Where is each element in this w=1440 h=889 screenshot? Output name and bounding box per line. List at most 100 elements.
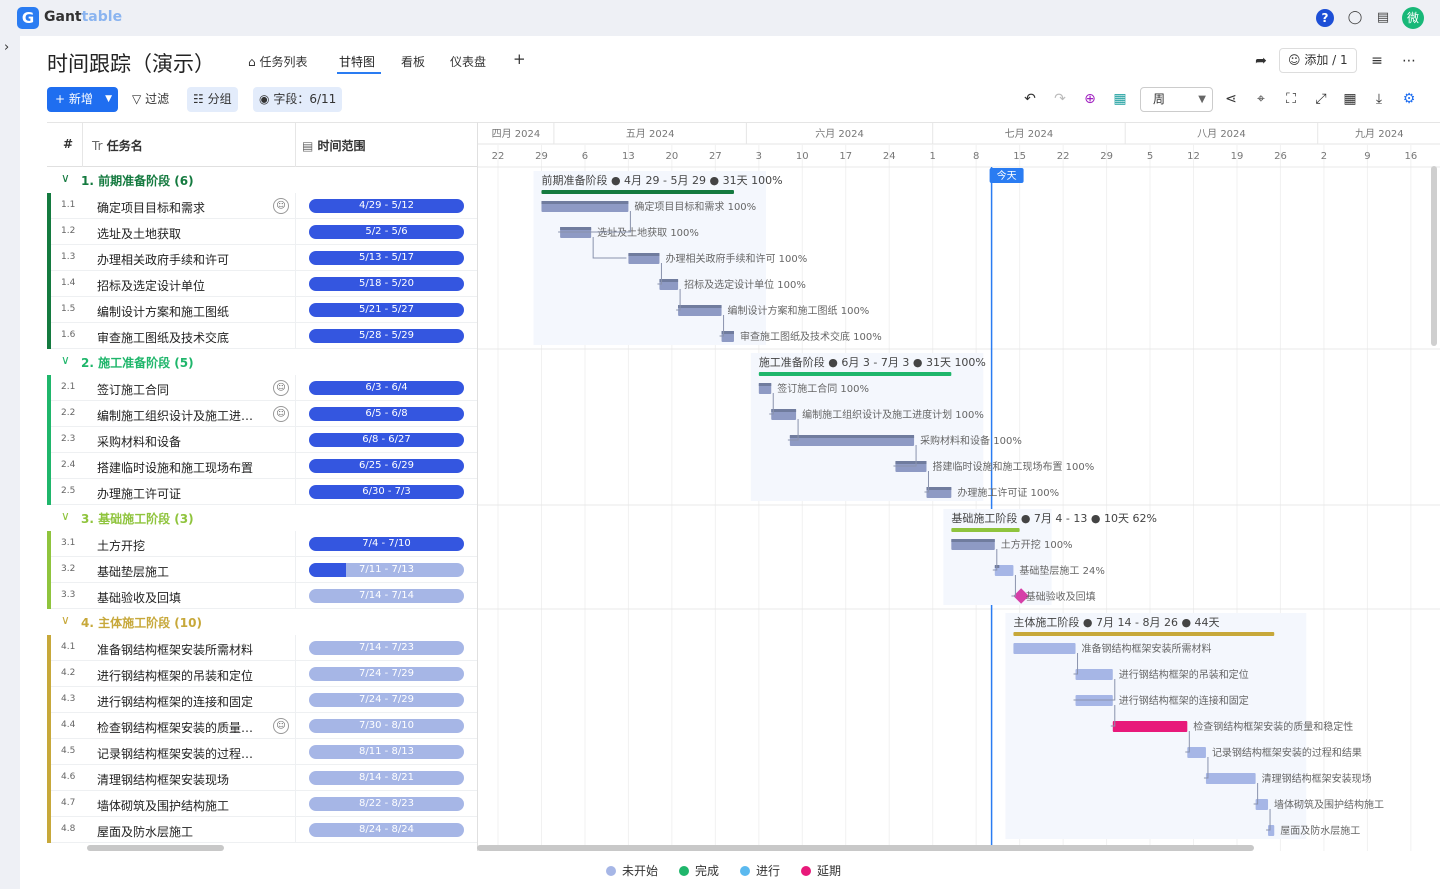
download-icon[interactable]: ⤓ (1370, 90, 1388, 108)
task-name[interactable]: 检查钢结构框架安装的质量和稳定性 (97, 719, 265, 736)
assignee-icon[interactable]: ☺ (273, 380, 289, 396)
chart-horizontal-scrollbar[interactable] (477, 845, 1254, 851)
task-name[interactable]: 选址及土地获取 (97, 225, 265, 242)
time-range-pill[interactable]: 4/29 - 5/12 (309, 199, 464, 213)
task-name[interactable]: 办理相关政府手续和许可 (97, 251, 265, 268)
table-row[interactable]: 1.6 审查施工图纸及技术交底 5/28 - 5/29 (47, 323, 477, 349)
time-range-pill[interactable]: 6/3 - 6/4 (309, 381, 464, 395)
task-name[interactable]: 办理施工许可证 (97, 485, 265, 502)
tab-gantt[interactable]: 甘特图 (339, 53, 375, 70)
table-row[interactable]: 4.2 进行钢结构框架的吊装和定位 7/24 - 7/29 (47, 661, 477, 687)
time-range-pill[interactable]: 8/22 - 8/23 (309, 797, 464, 811)
table-row[interactable]: 4.3 进行钢结构框架的连接和固定 7/24 - 7/29 (47, 687, 477, 713)
table-row[interactable]: 4.6 清理钢结构框架安装现场 8/14 - 8/21 (47, 765, 477, 791)
filter-button[interactable]: ▽ 过滤 (126, 87, 175, 112)
share-icon[interactable]: ➦ (1252, 52, 1270, 70)
vertical-scrollbar[interactable] (1431, 166, 1437, 346)
fit-icon[interactable]: ⛶ (1282, 90, 1300, 108)
chevron-down-icon[interactable]: ∨ (61, 353, 70, 367)
scale-select[interactable]: 周 ▼ (1140, 87, 1213, 112)
time-range-pill[interactable]: 7/11 - 7/13 (309, 563, 464, 577)
col-divider[interactable] (295, 123, 296, 167)
time-range-pill[interactable]: 7/14 - 7/23 (309, 641, 464, 655)
add-dependency-icon[interactable]: ⊕ (1081, 90, 1099, 108)
app-logo-text[interactable]: Ganttable (44, 9, 122, 25)
tab-dashboard[interactable]: 仪表盘 (450, 53, 486, 70)
time-range-pill[interactable]: 5/2 - 5/6 (309, 225, 464, 239)
task-name[interactable]: 搭建临时设施和施工现场布置 (97, 459, 265, 476)
group-row[interactable]: ∨ 2. 施工准备阶段 (5) (47, 349, 477, 375)
group-row[interactable]: ∨ 4. 主体施工阶段 (10) (47, 609, 477, 635)
time-range-pill[interactable]: 5/13 - 5/17 (309, 251, 464, 265)
task-bar[interactable] (1013, 643, 1076, 654)
fullscreen-icon[interactable]: ⤢ (1312, 90, 1330, 108)
time-range-pill[interactable]: 7/14 - 7/14 (309, 589, 464, 603)
task-name[interactable]: 墙体砌筑及围护结构施工 (97, 797, 265, 814)
table-row[interactable]: 4.1 准备钢结构框架安装所需材料 7/14 - 7/23 (47, 635, 477, 661)
task-name[interactable]: 基础垫层施工 (97, 563, 265, 580)
grid-horizontal-scrollbar[interactable] (87, 845, 224, 851)
task-bar[interactable] (1205, 773, 1256, 784)
table-row[interactable]: 3.3 基础验收及回填 7/14 - 7/14 (47, 583, 477, 609)
task-name[interactable]: 签订施工合同 (97, 381, 265, 398)
time-range-pill[interactable]: 8/24 - 8/24 (309, 823, 464, 837)
table-row[interactable]: 4.4 检查钢结构框架安装的质量和稳定性 ☺ 7/30 - 8/10 (47, 713, 477, 739)
list-settings-icon[interactable]: ≡ (1368, 52, 1386, 70)
col-name-header[interactable]: Tr 任务名 (92, 137, 143, 154)
notes-icon[interactable]: ▤ (1374, 9, 1392, 27)
task-name[interactable]: 屋面及防水层施工 (97, 823, 265, 840)
col-range-header[interactable]: ▤ 时间范围 (302, 137, 366, 154)
time-range-pill[interactable]: 8/14 - 8/21 (309, 771, 464, 785)
col-divider[interactable] (82, 123, 83, 167)
group-summary-bar[interactable] (541, 190, 734, 194)
task-name[interactable]: 基础验收及回填 (97, 589, 265, 606)
chevron-down-icon[interactable]: ∨ (61, 509, 70, 523)
time-range-pill[interactable]: 7/30 - 8/10 (309, 719, 464, 733)
task-name[interactable]: 进行钢结构框架的连接和固定 (97, 693, 265, 710)
task-name[interactable]: 清理钢结构框架安装现场 (97, 771, 265, 788)
undo-icon[interactable]: ↶ (1021, 90, 1039, 108)
table-row[interactable]: 3.2 基础垫层施工 7/11 - 7/13 (47, 557, 477, 583)
chat-icon[interactable]: ◯ (1346, 9, 1364, 27)
task-bar[interactable] (1075, 669, 1113, 680)
task-bar[interactable] (1187, 747, 1206, 758)
gear-icon[interactable]: ⚙ (1400, 90, 1418, 108)
task-bar[interactable] (1112, 721, 1188, 732)
app-logo-icon[interactable]: G (17, 7, 39, 29)
table-row[interactable]: 1.2 选址及土地获取 5/2 - 5/6 (47, 219, 477, 245)
time-range-pill[interactable]: 8/11 - 8/13 (309, 745, 464, 759)
task-name[interactable]: 编制施工组织设计及施工进度计划 (97, 407, 265, 424)
table-row[interactable]: 1.5 编制设计方案和施工图纸 5/21 - 5/27 (47, 297, 477, 323)
task-name[interactable]: 准备钢结构框架安装所需材料 (97, 641, 265, 658)
table-row[interactable]: 4.5 记录钢结构框架安装的过程和结果 8/11 - 8/13 (47, 739, 477, 765)
help-icon[interactable]: ? (1316, 9, 1334, 27)
tab-task-list[interactable]: ⌂ 任务列表 (248, 53, 307, 70)
fields-button[interactable]: ◉ 字段：6/11 (253, 87, 343, 112)
table-row[interactable]: 2.1 签订施工合同 ☺ 6/3 - 6/4 (47, 375, 477, 401)
time-range-pill[interactable]: 6/30 - 7/3 (309, 485, 464, 499)
table-row[interactable]: 2.2 编制施工组织设计及施工进度计划 ☺ 6/5 - 6/8 (47, 401, 477, 427)
calendar-off-icon[interactable]: ▦ (1341, 90, 1359, 108)
new-button[interactable]: + 新增 ▼ (47, 87, 118, 112)
add-tab-button[interactable]: + (513, 50, 526, 68)
add-member-button[interactable]: ☺ 添加 / 1 (1279, 48, 1357, 73)
assignee-icon[interactable]: ☺ (273, 198, 289, 214)
more-icon[interactable]: ⋯ (1400, 52, 1418, 70)
chevron-down-icon[interactable]: ∨ (61, 613, 70, 627)
task-name[interactable]: 进行钢结构框架的吊装和定位 (97, 667, 265, 684)
group-button[interactable]: ☷ 分组 (187, 87, 238, 112)
time-range-pill[interactable]: 7/4 - 7/10 (309, 537, 464, 551)
assignee-icon[interactable]: ☺ (273, 718, 289, 734)
task-name[interactable]: 采购材料和设备 (97, 433, 265, 450)
time-range-pill[interactable]: 6/5 - 6/8 (309, 407, 464, 421)
redo-icon[interactable]: ↷ (1051, 90, 1069, 108)
tab-kanban[interactable]: 看板 (401, 53, 425, 70)
time-range-pill[interactable]: 5/18 - 5/20 (309, 277, 464, 291)
task-name[interactable]: 记录钢结构框架安装的过程和结果 (97, 745, 265, 762)
table-row[interactable]: 4.8 屋面及防水层施工 8/24 - 8/24 (47, 817, 477, 843)
task-name[interactable]: 招标及选定设计单位 (97, 277, 265, 294)
group-summary-bar[interactable] (1013, 632, 1275, 636)
task-name[interactable]: 审查施工图纸及技术交底 (97, 329, 265, 346)
group-summary-bar[interactable] (951, 528, 1020, 532)
time-range-pill[interactable]: 5/21 - 5/27 (309, 303, 464, 317)
